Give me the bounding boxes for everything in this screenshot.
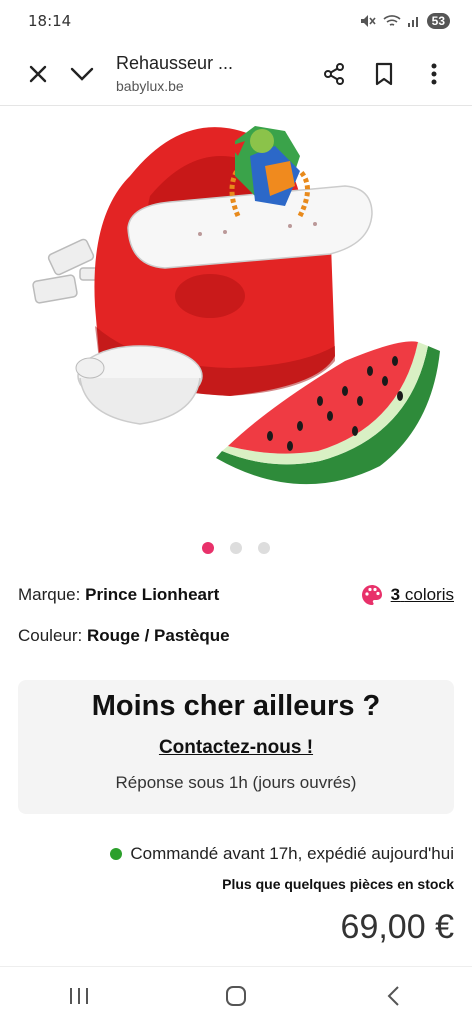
price: 69,00 € — [340, 908, 454, 946]
product-image[interactable] — [0, 106, 472, 526]
back-icon — [387, 985, 400, 1006]
color-value: Rouge / Pastèque — [87, 626, 230, 645]
system-nav-bar — [0, 966, 472, 1024]
status-bar: 18:14 53 — [0, 0, 472, 42]
color-label: Couleur: — [18, 626, 83, 645]
recent-apps-button[interactable] — [49, 976, 109, 1016]
shipping-text: Commandé avant 17h, expédié aujourd'hui — [130, 844, 454, 863]
color-row: Couleur: Rouge / Pastèque — [0, 626, 472, 646]
carousel-dot-3[interactable] — [258, 542, 270, 554]
share-icon — [324, 62, 344, 85]
bookmark-icon — [375, 62, 393, 85]
carousel-dot-1[interactable] — [202, 542, 214, 554]
colors-link[interactable]: 3 coloris — [361, 584, 454, 606]
palette-icon — [361, 585, 382, 605]
stock-text: Plus que quelques pièces en stock — [222, 876, 454, 892]
close-button[interactable] — [16, 52, 60, 96]
browser-toolbar: Rehausseur ... babylux.be — [0, 42, 472, 106]
recent-apps-icon — [69, 987, 88, 1004]
mute-icon — [359, 13, 377, 29]
brand-value: Prince Lionheart — [85, 585, 220, 604]
colors-count: 3 — [390, 585, 401, 604]
page-domain: babylux.be — [116, 78, 184, 94]
page-info[interactable]: Rehausseur ... babylux.be — [104, 53, 312, 94]
status-time: 18:14 — [28, 12, 72, 30]
page-title: Rehausseur ... — [116, 53, 234, 73]
carousel-dot-2[interactable] — [230, 542, 242, 554]
more-options-button[interactable] — [412, 52, 456, 96]
battery-icon: 53 — [426, 13, 450, 29]
in-stock-indicator-icon — [110, 848, 123, 860]
share-button[interactable] — [312, 52, 356, 96]
carousel-dots — [0, 538, 472, 558]
status-icons: 53 — [359, 13, 450, 29]
home-icon — [225, 985, 246, 1006]
back-button[interactable] — [363, 976, 423, 1016]
colors-suffix: coloris — [404, 585, 454, 604]
bookmark-button[interactable] — [362, 52, 406, 96]
contact-us-link[interactable]: Contactez-nous ! — [159, 737, 313, 759]
response-time-text: Réponse sous 1h (jours ouvrés) — [115, 773, 357, 792]
wifi-icon — [383, 13, 401, 29]
chevron-down-icon — [70, 67, 94, 81]
close-icon — [29, 65, 47, 82]
cheaper-elsewhere-box: Moins cher ailleurs ? Contactez-nous ! R… — [18, 680, 454, 814]
more-vertical-icon — [431, 63, 437, 84]
brand-row: Marque: Prince Lionheart 3 coloris — [0, 584, 472, 606]
cheaper-title: Moins cher ailleurs ? — [91, 690, 381, 722]
signal-icon — [407, 14, 421, 28]
home-button[interactable] — [206, 976, 266, 1016]
shipping-info: Commandé avant 17h, expédié aujourd'hui — [0, 844, 472, 864]
collapse-button[interactable] — [60, 52, 104, 96]
brand-label: Marque: — [18, 585, 81, 604]
